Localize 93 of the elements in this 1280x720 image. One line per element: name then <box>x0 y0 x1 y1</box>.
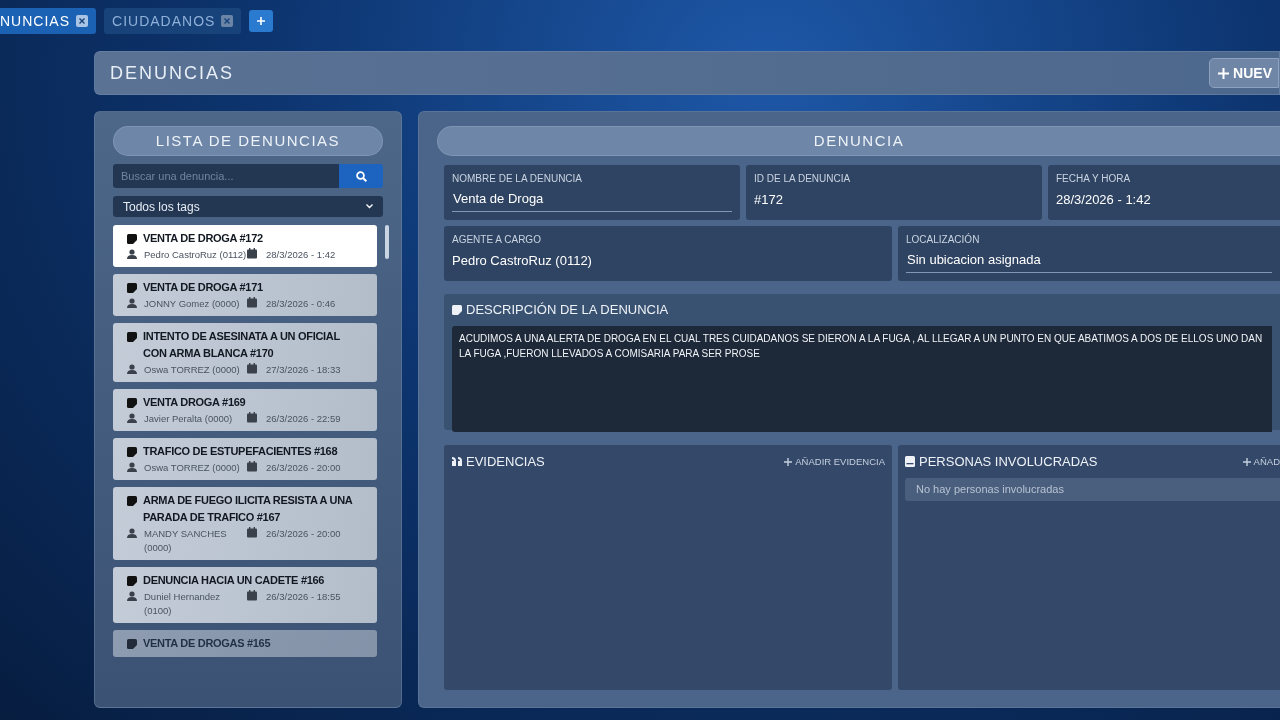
field-value: 28/3/2026 - 1:42 <box>1056 191 1152 209</box>
note-icon <box>127 283 137 293</box>
report-date: 26/3/2026 - 18:55 <box>266 590 341 604</box>
text-field[interactable]: LOCALIZACIÓN Sin ubicacion asignada <box>898 226 1280 281</box>
field-label: AGENTE A CARGO <box>452 234 542 246</box>
search-button[interactable] <box>339 164 383 188</box>
user-icon <box>127 591 137 601</box>
user-icon <box>127 413 137 423</box>
report-date: 26/3/2026 - 20:00 <box>266 527 341 541</box>
report-title: VENTA DE DROGA #172 <box>143 231 263 246</box>
report-list-item[interactable]: ARMA DE FUEGO ILICITA RESISTA A UNA PARADA DE TRAFICO #167 MANDY SANCHES (0000) 26/3/2026 - 20:00 <box>113 487 377 560</box>
note-icon <box>127 576 137 586</box>
description-textarea[interactable]: ACUDIMOS A UNA ALERTA DE DROGA EN EL CUAL TRES CUIDADANOS SE DIERON A LA FUGA , AL LLEGAR A UN PUNTO EN QUE ABATIMOS A DOS DE ELLOS UNO DAN LA FUGA ,FUERON LLEVADOS A COMISARIA PARA SER PROSE <box>452 325 1272 432</box>
chevron-down-icon <box>366 204 373 209</box>
new-button[interactable]: NUEV <box>1209 58 1279 88</box>
calendar-icon <box>247 590 257 601</box>
field-label: LOCALIZACIÓN <box>906 234 981 246</box>
tab[interactable]: NUNCIAS <box>0 8 96 34</box>
agent-name: Duniel Hernandez (0100) <box>144 590 222 618</box>
close-icon <box>76 15 88 27</box>
agent-name: Pedro CastroRuz (0112) <box>144 248 247 262</box>
panel-title: DENUNCIA <box>437 126 1280 156</box>
calendar-icon <box>247 412 257 423</box>
note-icon <box>452 304 462 315</box>
report-list-item[interactable]: DENUNCIA HACIA UN CADETE #166 Duniel Hernandez (0100) 26/3/2026 - 18:55 <box>113 567 377 623</box>
agent-name: Javier Peralta (0000) <box>144 412 233 426</box>
search-icon <box>355 170 367 182</box>
report-list-item[interactable]: VENTA DE DROGA #172 Pedro CastroRuz (0112) 28/3/2026 - 1:42 <box>113 225 377 267</box>
plus-icon <box>1218 67 1230 79</box>
plus-icon <box>784 457 793 466</box>
report-list-item[interactable]: TRAFICO DE ESTUPEFACIENTES #168 Oswa TORREZ (0000) 26/3/2026 - 20:00 <box>113 438 377 480</box>
report-date: 26/3/2026 - 20:00 <box>266 461 341 475</box>
report-title: ARMA DE FUEGO ILICITA RESISTA A UNA PARADA DE TRAFICO #167 <box>143 493 354 525</box>
report-list-item[interactable]: VENTA DE DROGA #171 JONNY Gomez (0000) 28/3/2026 - 0:46 <box>113 274 377 316</box>
field-value: Pedro CastroRuz (0112) <box>452 252 593 270</box>
panel-title: LISTA DE DENUNCIAS <box>113 126 383 156</box>
add-person-button[interactable]: AÑAD <box>1242 454 1280 469</box>
note-icon <box>127 447 137 457</box>
empty-message: No hay personas involucradas <box>905 477 1280 501</box>
note-icon <box>127 496 137 506</box>
report-list-item[interactable]: INTENTO DE ASESINATA A UN OFICIAL CON ARMA BLANCA #170 Oswa TORREZ (0000) 27/3/2026 - 18:33 <box>113 323 377 382</box>
tag-dropdown[interactable]: Todos los tags <box>113 196 383 217</box>
note-icon <box>127 234 137 244</box>
text-field[interactable]: Sin ubicacion asignada <box>906 250 1272 273</box>
report-title: TRAFICO DE ESTUPEFACIENTES #168 <box>143 444 338 459</box>
report-date: 28/3/2026 - 0:46 <box>266 297 336 311</box>
note-icon <box>127 639 137 649</box>
plus-icon <box>1242 457 1251 466</box>
calendar-icon <box>247 248 257 259</box>
user-icon <box>127 249 137 259</box>
agent-name: JONNY Gomez (0000) <box>144 297 240 311</box>
calendar-icon <box>247 527 257 538</box>
report-date: 27/3/2026 - 18:33 <box>266 363 341 377</box>
add-tab-button[interactable] <box>249 10 274 32</box>
note-icon <box>127 398 137 408</box>
report-list-item[interactable]: VENTA DE DROGAS #165 <box>113 630 377 657</box>
add-evidence-button[interactable]: AÑADIR EVIDENCIA <box>784 454 885 469</box>
section-title: PERSONAS INVOLUCRADAS <box>919 453 1098 471</box>
calendar-icon <box>247 363 257 374</box>
tab[interactable]: CIUDADANOS <box>104 8 242 34</box>
page-title: DENUNCIAS <box>110 61 234 85</box>
report-date: 26/3/2026 - 22:59 <box>266 412 341 426</box>
report-title: INTENTO DE ASESINATA A UN OFICIAL CON ARMA BLANCA #170 <box>143 329 341 361</box>
text-field[interactable]: NOMBRE DE LA DENUNCIA Venta de Droga <box>444 165 740 220</box>
note-icon <box>127 332 137 342</box>
section-title: EVIDENCIAS <box>466 453 545 471</box>
user-icon <box>127 462 137 472</box>
user-icon <box>127 364 137 374</box>
search-field[interactable]: Buscar una denuncia... <box>113 164 339 188</box>
close-icon <box>221 15 234 27</box>
report-title: VENTA DROGA #169 <box>143 395 246 410</box>
report-date: 28/3/2026 - 1:42 <box>266 248 336 262</box>
calendar-icon <box>247 461 257 472</box>
calendar-icon <box>247 297 257 308</box>
user-icon <box>127 528 137 538</box>
scrollbar-thumb[interactable] <box>385 225 389 259</box>
report-list-item[interactable]: VENTA DROGA #169 Javier Peralta (0000) 26/3/2026 - 22:59 <box>113 389 377 431</box>
report-title: VENTA DE DROGA #171 <box>143 280 263 295</box>
agent-name: Oswa TORREZ (0000) <box>144 363 240 377</box>
section-title: DESCRIPCIÓN DE LA DENUNCIA <box>466 301 669 319</box>
user-icon <box>127 298 137 308</box>
quote-icon <box>451 457 462 467</box>
field-label: NOMBRE DE LA DENUNCIA <box>452 173 584 185</box>
report-title: VENTA DE DROGAS #165 <box>143 636 271 651</box>
field-value: #172 <box>754 191 784 209</box>
text-field[interactable]: Venta de Droga <box>452 189 732 212</box>
report-title: DENUNCIA HACIA UN CADETE #166 <box>143 573 325 588</box>
field-label: ID DE LA DENUNCIA <box>754 173 852 185</box>
agent-name: MANDY SANCHES (0000) <box>144 527 228 555</box>
agent-name: Oswa TORREZ (0000) <box>144 461 240 475</box>
address-book-icon <box>905 456 915 468</box>
field-label: FECHA Y HORA <box>1056 173 1132 185</box>
plus-icon <box>257 17 266 25</box>
